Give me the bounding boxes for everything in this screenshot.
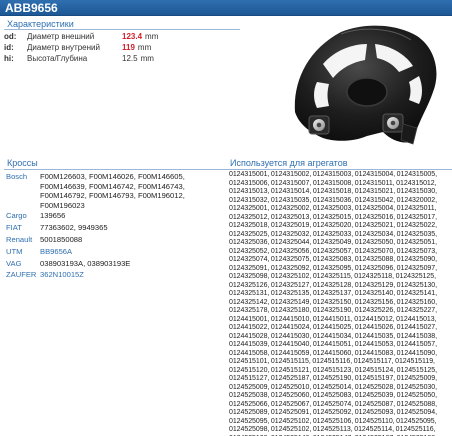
cross-codes: 038903193A, 038903193E: [40, 259, 131, 268]
spec-value: 123.4 mm: [122, 32, 159, 41]
spec-row-height: hi: Высота/Глубина 12.5 mm: [4, 53, 224, 64]
spec-label: Диаметр внутрений: [27, 43, 100, 52]
spec-value: 12.5 mm: [122, 54, 154, 63]
spec-code: od:: [4, 32, 17, 41]
applications-section-title: Используется для агрегатов: [230, 158, 348, 168]
spec-row-outer-diameter: od: Диаметр внешний 123.4 mm: [4, 31, 224, 42]
product-code-title: ABB9656: [5, 1, 58, 15]
specs-section-title: Характеристики: [7, 19, 74, 29]
product-photo: [294, 25, 437, 145]
cross-codes: 5001850088: [40, 235, 83, 244]
cross-codes: F00M126603, F00M146026, F00M146605, F00M…: [40, 172, 185, 210]
spec-row-inner-diameter: id: Диаметр внутрений 119 mm: [4, 42, 224, 53]
spec-label: Диаметр внешний: [27, 32, 95, 41]
crosses-divider: [4, 169, 452, 170]
cross-codes: 139656: [40, 211, 66, 220]
cross-code-link[interactable]: 362N10015Z: [40, 270, 225, 280]
cross-codes: 77363602, 9949365: [40, 223, 108, 232]
header-bar: ABB9656: [0, 0, 452, 16]
applications-list: 0124315001, 0124315002, 0124315003, 0124…: [229, 171, 438, 436]
spec-value: 119 mm: [122, 43, 152, 52]
specs-divider: [4, 29, 240, 30]
spec-code: id:: [4, 43, 14, 52]
spec-label: Высота/Глубина: [27, 54, 88, 63]
crosses-section-title: Кроссы: [7, 158, 38, 168]
cross-code-link[interactable]: BB9656A: [40, 247, 225, 257]
spec-code: hi:: [4, 54, 14, 63]
